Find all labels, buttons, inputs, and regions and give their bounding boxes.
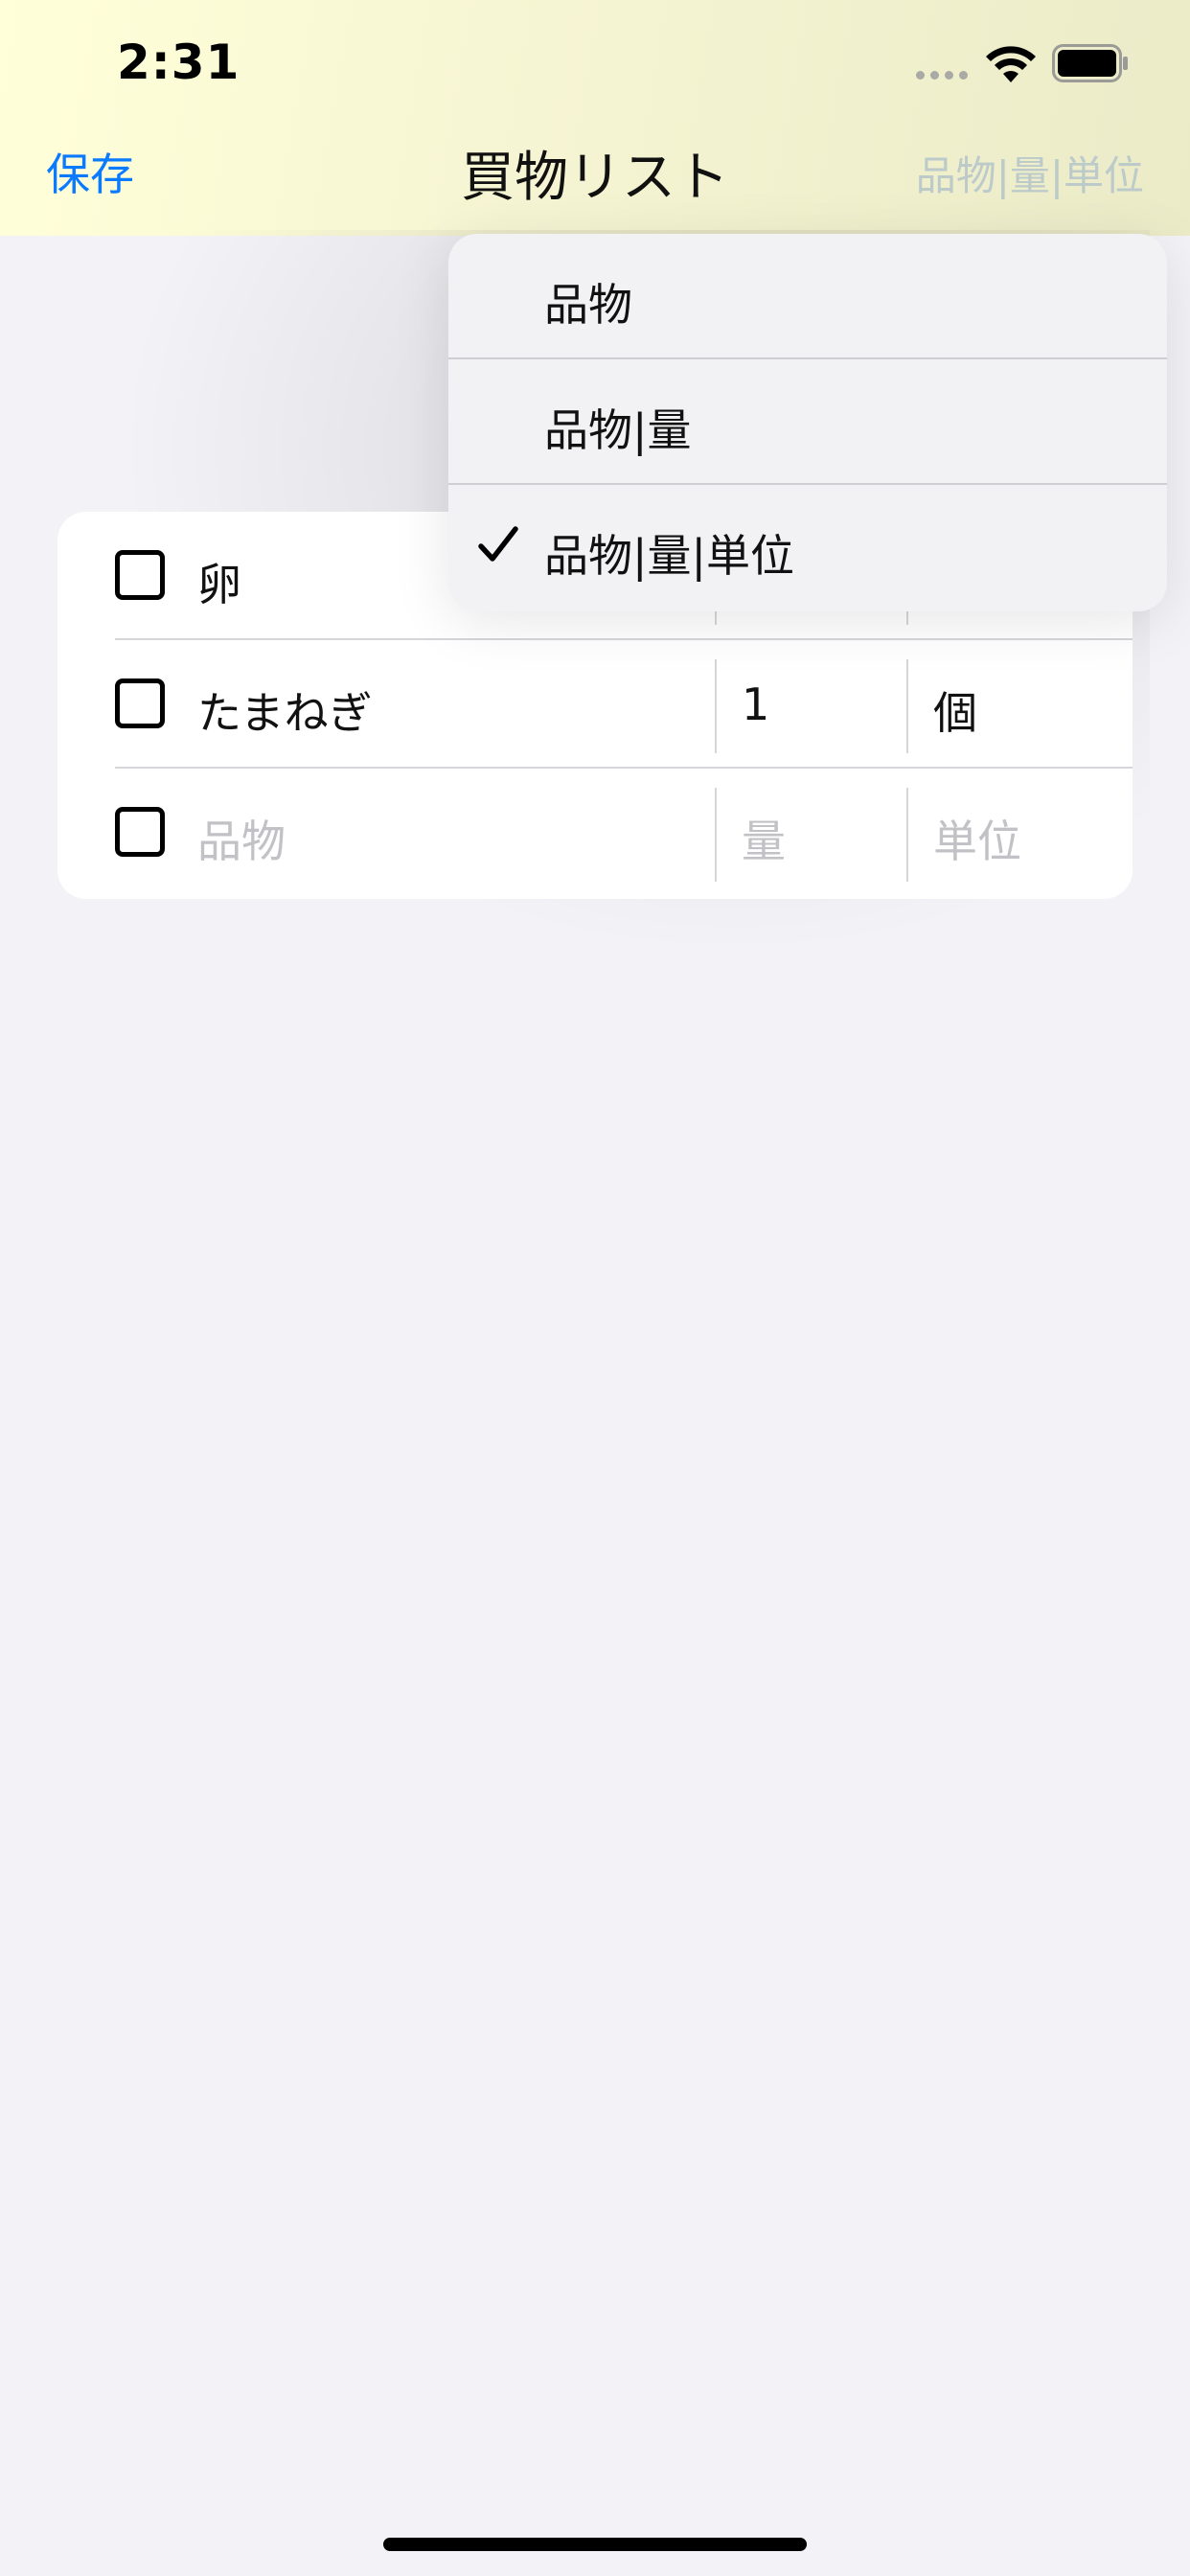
column-mode-menu: 品物 品物|量 品物|量|単位 <box>448 234 1167 611</box>
home-indicator <box>383 2538 807 2551</box>
item-quantity-field[interactable]: 1 <box>742 678 769 730</box>
menu-item-name-only[interactable]: 品物 <box>448 234 1167 359</box>
menu-item-label: 品物|量|単位 <box>544 530 794 582</box>
list-item: たまねぎ 1 個 <box>57 640 1133 769</box>
checkbox[interactable] <box>115 807 165 857</box>
new-item-unit-input[interactable]: 単位 <box>933 807 1021 870</box>
item-name-field[interactable]: 卵 <box>197 550 241 613</box>
column-divider <box>715 659 717 753</box>
checkbox[interactable] <box>115 550 165 600</box>
new-item-name-input[interactable]: 品物 <box>197 807 286 870</box>
checkbox[interactable] <box>115 678 165 728</box>
battery-icon <box>1052 44 1128 82</box>
menu-item-label: 品物|量 <box>544 404 692 456</box>
item-unit-field[interactable]: 個 <box>933 678 977 742</box>
signal-icon <box>916 71 968 80</box>
checkmark-icon <box>478 526 518 562</box>
column-divider <box>906 788 908 882</box>
new-item-row: 品物 量 単位 <box>57 769 1133 897</box>
menu-item-name-quantity[interactable]: 品物|量 <box>448 359 1167 485</box>
column-mode-button[interactable]: 品物|量|単位 <box>916 144 1144 202</box>
item-name-field[interactable]: たまねぎ <box>197 678 373 742</box>
status-time: 2:31 <box>117 34 240 90</box>
new-item-quantity-input[interactable]: 量 <box>742 807 786 870</box>
column-divider <box>906 659 908 753</box>
menu-item-name-quantity-unit[interactable]: 品物|量|単位 <box>448 485 1167 610</box>
column-divider <box>715 788 717 882</box>
wifi-icon <box>986 46 1036 82</box>
navigation-header: 2:31 保存 買物リスト 品物|量|単位 <box>0 0 1190 236</box>
menu-item-label: 品物 <box>544 279 632 331</box>
